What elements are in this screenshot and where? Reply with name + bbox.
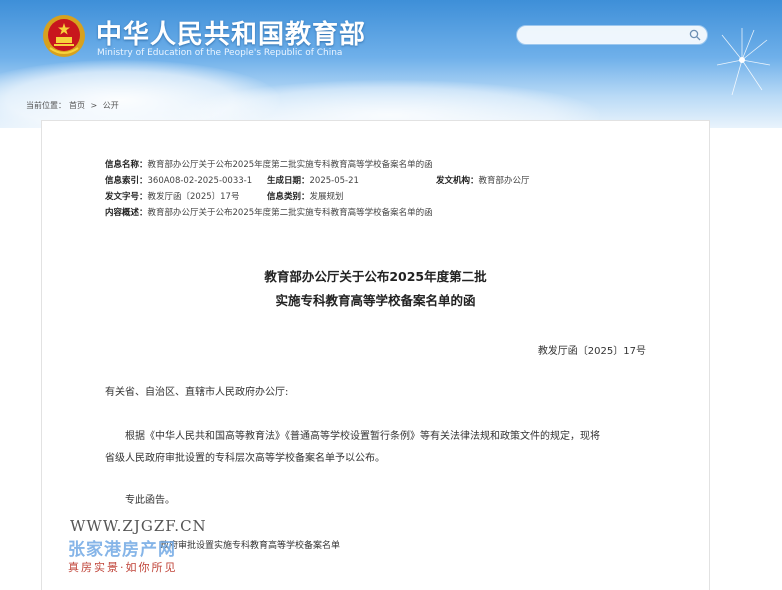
document-closing: 专此函告。	[125, 495, 175, 506]
breadcrumb-label: 当前位置：	[26, 101, 66, 110]
breadcrumb-current[interactable]: 公开	[103, 101, 119, 110]
meta-index-label: 信息索引：	[105, 176, 148, 186]
site-title: 中华人民共和国教育部	[96, 20, 367, 50]
meta-name-label: 信息名称：	[105, 160, 148, 170]
meta-category-label: 信息类别：	[267, 192, 310, 202]
meta-row-date: 生成日期：2025-05-21	[267, 174, 359, 186]
meta-summary-value: 教育部办公厅关于公布2025年度第二批实施专科教育高等学校备案名单的函	[147, 208, 433, 218]
document-body-line2: 省级人民政府审批设置的专科层次高等学校备案名单予以公布。	[105, 453, 385, 464]
document-salutation: 有关省、自治区、直辖市人民政府办公厅:	[105, 387, 289, 398]
national-emblem-icon	[43, 15, 85, 57]
meta-org-value: 教育部办公厅	[478, 176, 530, 186]
breadcrumb-separator: >	[90, 101, 98, 110]
watermark-url: WWW.ZJGZF.CN	[70, 517, 207, 535]
meta-code-value: 教发厅函〔2025〕17号	[147, 192, 240, 202]
document-title-line1: 教育部办公厅关于公布2025年度第二批	[264, 269, 487, 284]
meta-date-label: 生成日期：	[267, 176, 310, 186]
meta-row-name: 信息名称：教育部办公厅关于公布2025年度第二批实施专科教育高等学校备案名单的函	[105, 158, 433, 170]
attachment-link[interactable]: 政府审批设置实施专科教育高等学校备案名单	[160, 538, 340, 551]
meta-row-code: 发文字号：教发厅函〔2025〕17号	[105, 190, 239, 202]
document-title-line2: 实施专科教育高等学校备案名单的函	[275, 293, 476, 308]
watermark-name: 张家港房产网	[68, 540, 176, 560]
site-subtitle: Ministry of Education of the People's Re…	[97, 48, 343, 58]
meta-category-value: 发展规划	[309, 192, 344, 202]
meta-row-summary: 内容概述：教育部办公厅关于公布2025年度第二批实施专科教育高等学校备案名单的函	[105, 206, 433, 218]
meta-date-value: 2025-05-21	[309, 176, 359, 186]
meta-row-category: 信息类别：发展规划	[267, 190, 344, 202]
meta-code-label: 发文字号：	[105, 192, 148, 202]
watermark-slogan: 真房实景·如你所见	[68, 561, 178, 574]
meta-summary-label: 内容概述：	[105, 208, 148, 218]
document-number: 教发厅函〔2025〕17号	[537, 346, 646, 357]
meta-index-value: 360A08-02-2025-0033-1	[147, 176, 253, 186]
breadcrumb: 当前位置： 首页 > 公开	[26, 100, 122, 111]
search-icon[interactable]	[689, 29, 701, 41]
meta-row-org: 发文机构：教育部办公厅	[436, 174, 530, 186]
header-banner: 中华人民共和国教育部 Ministry of Education of the …	[0, 0, 782, 128]
breadcrumb-home-link[interactable]: 首页	[69, 101, 85, 110]
search-input[interactable]	[516, 25, 708, 45]
meta-row-index: 信息索引：360A08-02-2025-0033-1	[105, 174, 252, 186]
meta-org-label: 发文机构：	[436, 176, 479, 186]
document-body-line1: 根据《中华人民共和国高等教育法》《普通高等学校设置暂行条例》等有关法律法规和政策…	[125, 431, 600, 442]
meta-name-value: 教育部办公厅关于公布2025年度第二批实施专科教育高等学校备案名单的函	[147, 160, 433, 170]
